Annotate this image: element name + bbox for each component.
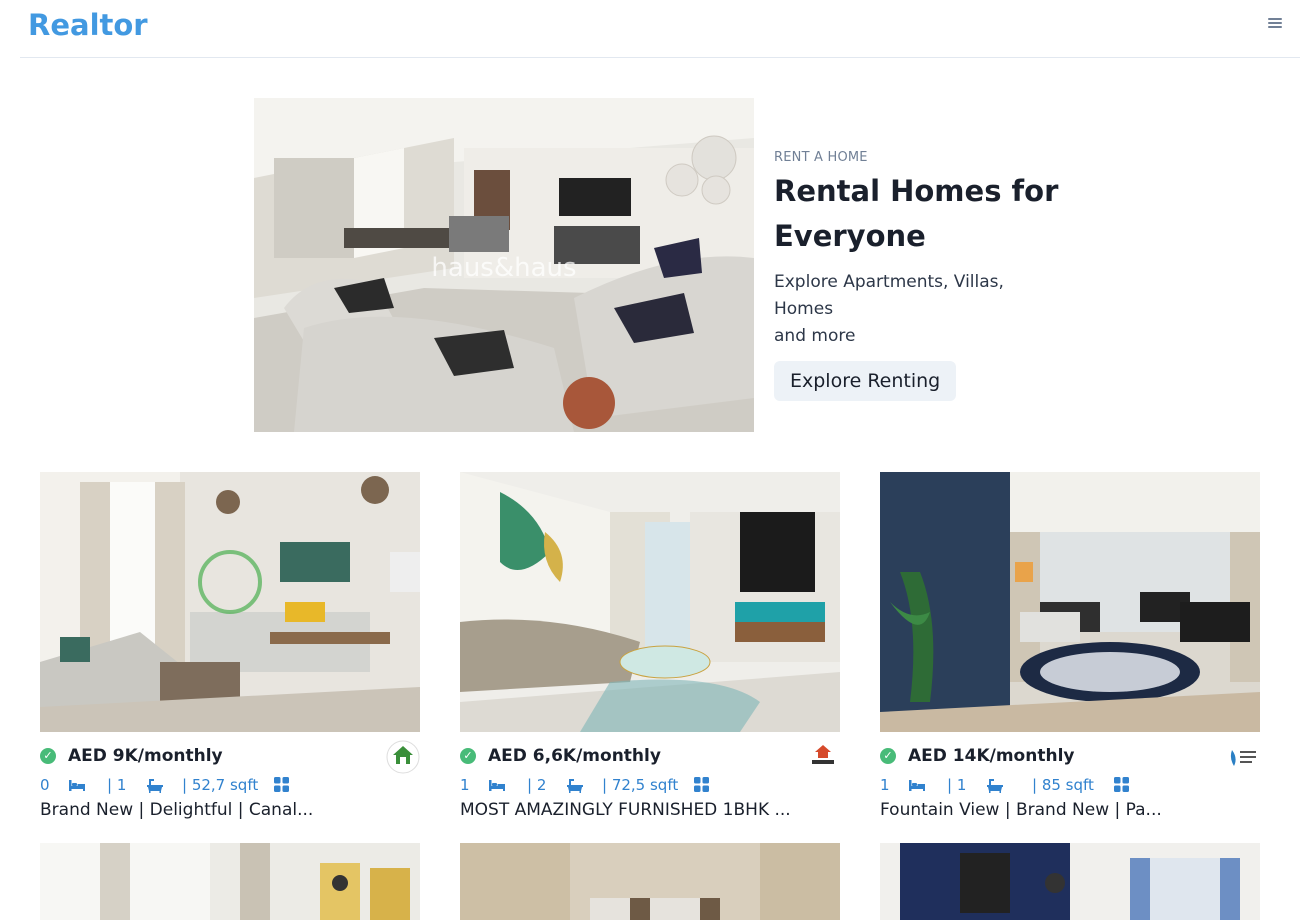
baths-count: | 1: [107, 776, 127, 794]
stats-row: 1 | 1 | 85 sqft: [880, 776, 1180, 794]
grid-icon: [1114, 777, 1129, 796]
agency-logo-icon: [806, 740, 840, 774]
hamburger-menu-icon[interactable]: [1268, 16, 1282, 30]
listing-title[interactable]: Fountain View | Brand New | Pa...: [880, 800, 1162, 820]
check-circle-icon: ✓: [880, 748, 896, 764]
banner-description-line2: and more: [774, 326, 856, 346]
banner-title-line1: Rental Homes for: [774, 174, 1059, 208]
property-image[interactable]: [460, 843, 840, 920]
grid-icon: [694, 777, 709, 796]
listing-title[interactable]: Brand New | Delightful | Canal...: [40, 800, 313, 820]
rooms-count: 1: [460, 776, 470, 794]
banner-image: haus&haus: [254, 98, 754, 432]
price-row: ✓ AED 14K/monthly: [880, 740, 1260, 774]
agency-logo-icon: [1226, 740, 1260, 774]
check-circle-icon: ✓: [40, 748, 56, 764]
banner-text: RENT A HOME Rental Homes for Everyone Ex…: [774, 150, 1074, 401]
property-image[interactable]: [880, 472, 1260, 732]
baths-count: | 1: [947, 776, 967, 794]
rooms-count: 1: [880, 776, 890, 794]
property-image[interactable]: [880, 843, 1260, 920]
listing-title[interactable]: MOST AMAZINGLY FURNISHED 1BHK ...: [460, 800, 791, 820]
listing-price: AED 14K/monthly: [908, 746, 1075, 766]
banner-title-line2: Everyone: [774, 219, 926, 253]
property-card[interactable]: ✓ AED 14K/monthly 1 | 1 | 85 sqft Founta…: [880, 472, 1260, 842]
check-circle-icon: ✓: [460, 748, 476, 764]
property-image[interactable]: [40, 843, 420, 920]
baths-count: | 2: [527, 776, 547, 794]
navbar: Realtor: [20, 0, 1300, 58]
brand-logo[interactable]: Realtor: [28, 8, 148, 42]
area-size: | 72,5 sqft: [602, 776, 679, 794]
bed-icon: [908, 778, 926, 796]
property-card[interactable]: ✓ AED 9K/monthly 0 | 1 | 52,7 sqft Brand…: [40, 472, 420, 842]
bathtub-icon: [566, 777, 584, 797]
price-row: ✓ AED 9K/monthly: [40, 740, 420, 774]
grid-icon: [274, 777, 289, 796]
explore-renting-button[interactable]: Explore Renting: [774, 361, 957, 401]
stats-row: 1 | 2 | 72,5 sqft: [460, 776, 760, 794]
listing-price: AED 6,6K/monthly: [488, 746, 661, 766]
bathtub-icon: [986, 777, 1004, 797]
banner-title: Rental Homes for Everyone: [774, 169, 1074, 259]
bed-icon: [488, 778, 506, 796]
property-image[interactable]: [460, 472, 840, 732]
rooms-count: 0: [40, 776, 50, 794]
area-size: | 52,7 sqft: [182, 776, 259, 794]
listing-price: AED 9K/monthly: [68, 746, 223, 766]
bathtub-icon: [146, 777, 164, 797]
bed-icon: [68, 778, 86, 796]
stats-row: 0 | 1 | 52,7 sqft: [40, 776, 340, 794]
price-row: ✓ AED 6,6K/monthly: [460, 740, 840, 774]
banner-description: Explore Apartments, Villas, Homes and mo…: [774, 269, 1059, 350]
banner-description-line1: Explore Apartments, Villas, Homes: [774, 272, 1004, 319]
banner-watermark: haus&haus: [431, 253, 576, 283]
property-image[interactable]: [40, 472, 420, 732]
area-size: | 85 sqft: [1032, 776, 1094, 794]
property-card[interactable]: ✓ AED 6,6K/monthly 1 | 2 | 72,5 sqft MOS…: [460, 472, 840, 842]
agency-logo-icon: [386, 740, 420, 774]
banner-eyebrow: RENT A HOME: [774, 150, 868, 165]
